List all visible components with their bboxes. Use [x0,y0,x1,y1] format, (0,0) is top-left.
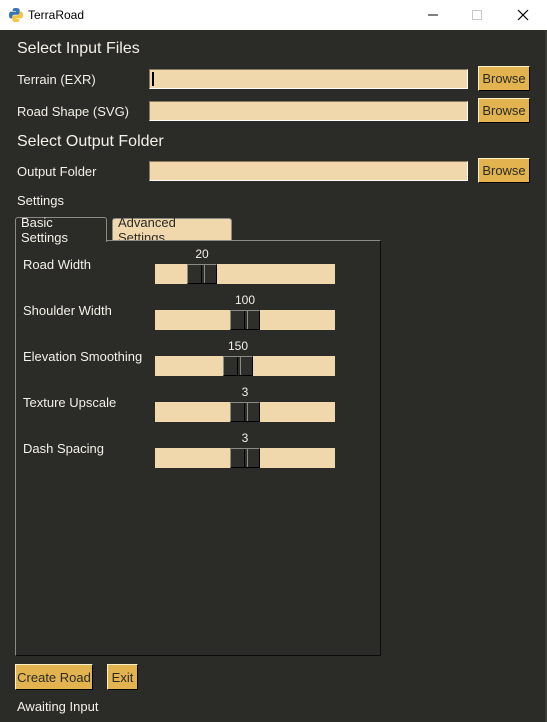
minimize-icon [428,14,438,16]
python-icon [8,7,24,23]
output-folder-label: Output Folder [17,164,97,179]
road-width-slider[interactable] [155,264,335,284]
slider-thumb[interactable] [230,402,260,422]
exit-button[interactable]: Exit [107,664,138,690]
road-shape-field[interactable] [149,101,468,121]
minimize-button[interactable] [410,0,456,30]
texture-upscale-label: Texture Upscale [23,395,117,410]
output-folder-field[interactable] [149,161,468,181]
settings-title: Settings [17,193,64,208]
close-icon [517,9,529,21]
elevation-smoothing-value: 150 [227,339,249,353]
dash-spacing-slider[interactable] [155,448,335,468]
close-button[interactable] [500,0,546,30]
maximize-icon [472,10,482,20]
road-width-label: Road Width [23,257,91,272]
road-shape-label: Road Shape (SVG) [17,104,130,119]
dash-spacing-value: 3 [241,431,249,445]
dash-spacing-label: Dash Spacing [23,441,104,456]
terrain-field[interactable] [149,69,468,89]
window-title: TerraRoad [28,8,85,22]
text-caret [152,72,154,86]
slider-thumb[interactable] [230,448,260,468]
texture-upscale-slider[interactable] [155,402,335,422]
browse-road-shape-button[interactable]: Browse [478,98,530,123]
terrain-input[interactable] [150,70,467,88]
shoulder-width-slider[interactable] [155,310,335,330]
title-bar: TerraRoad [0,0,547,30]
browse-output-button[interactable]: Browse [478,158,530,183]
road-width-value: 20 [195,247,209,261]
output-section-title: Select Output Folder [17,133,164,150]
tab-advanced-settings[interactable]: Advanced Settings [112,215,232,245]
road-shape-input[interactable] [150,102,467,120]
output-folder-input[interactable] [150,162,467,180]
terrain-label: Terrain (EXR) [17,72,96,87]
input-section-title: Select Input Files [17,40,140,57]
shoulder-width-value: 100 [234,293,256,307]
elevation-smoothing-slider[interactable] [155,356,335,376]
elevation-smoothing-label: Elevation Smoothing [23,349,143,364]
slider-thumb[interactable] [223,356,253,376]
tab-basic-settings[interactable]: Basic Settings [15,215,107,245]
slider-thumb[interactable] [187,264,217,284]
texture-upscale-value: 3 [241,385,249,399]
status-text: Awaiting Input [17,699,99,714]
slider-thumb[interactable] [230,310,260,330]
browse-terrain-button[interactable]: Browse [478,66,530,91]
maximize-button[interactable] [454,0,500,30]
shoulder-width-label: Shoulder Width [23,303,112,318]
create-road-button[interactable]: Create Road [15,664,93,690]
